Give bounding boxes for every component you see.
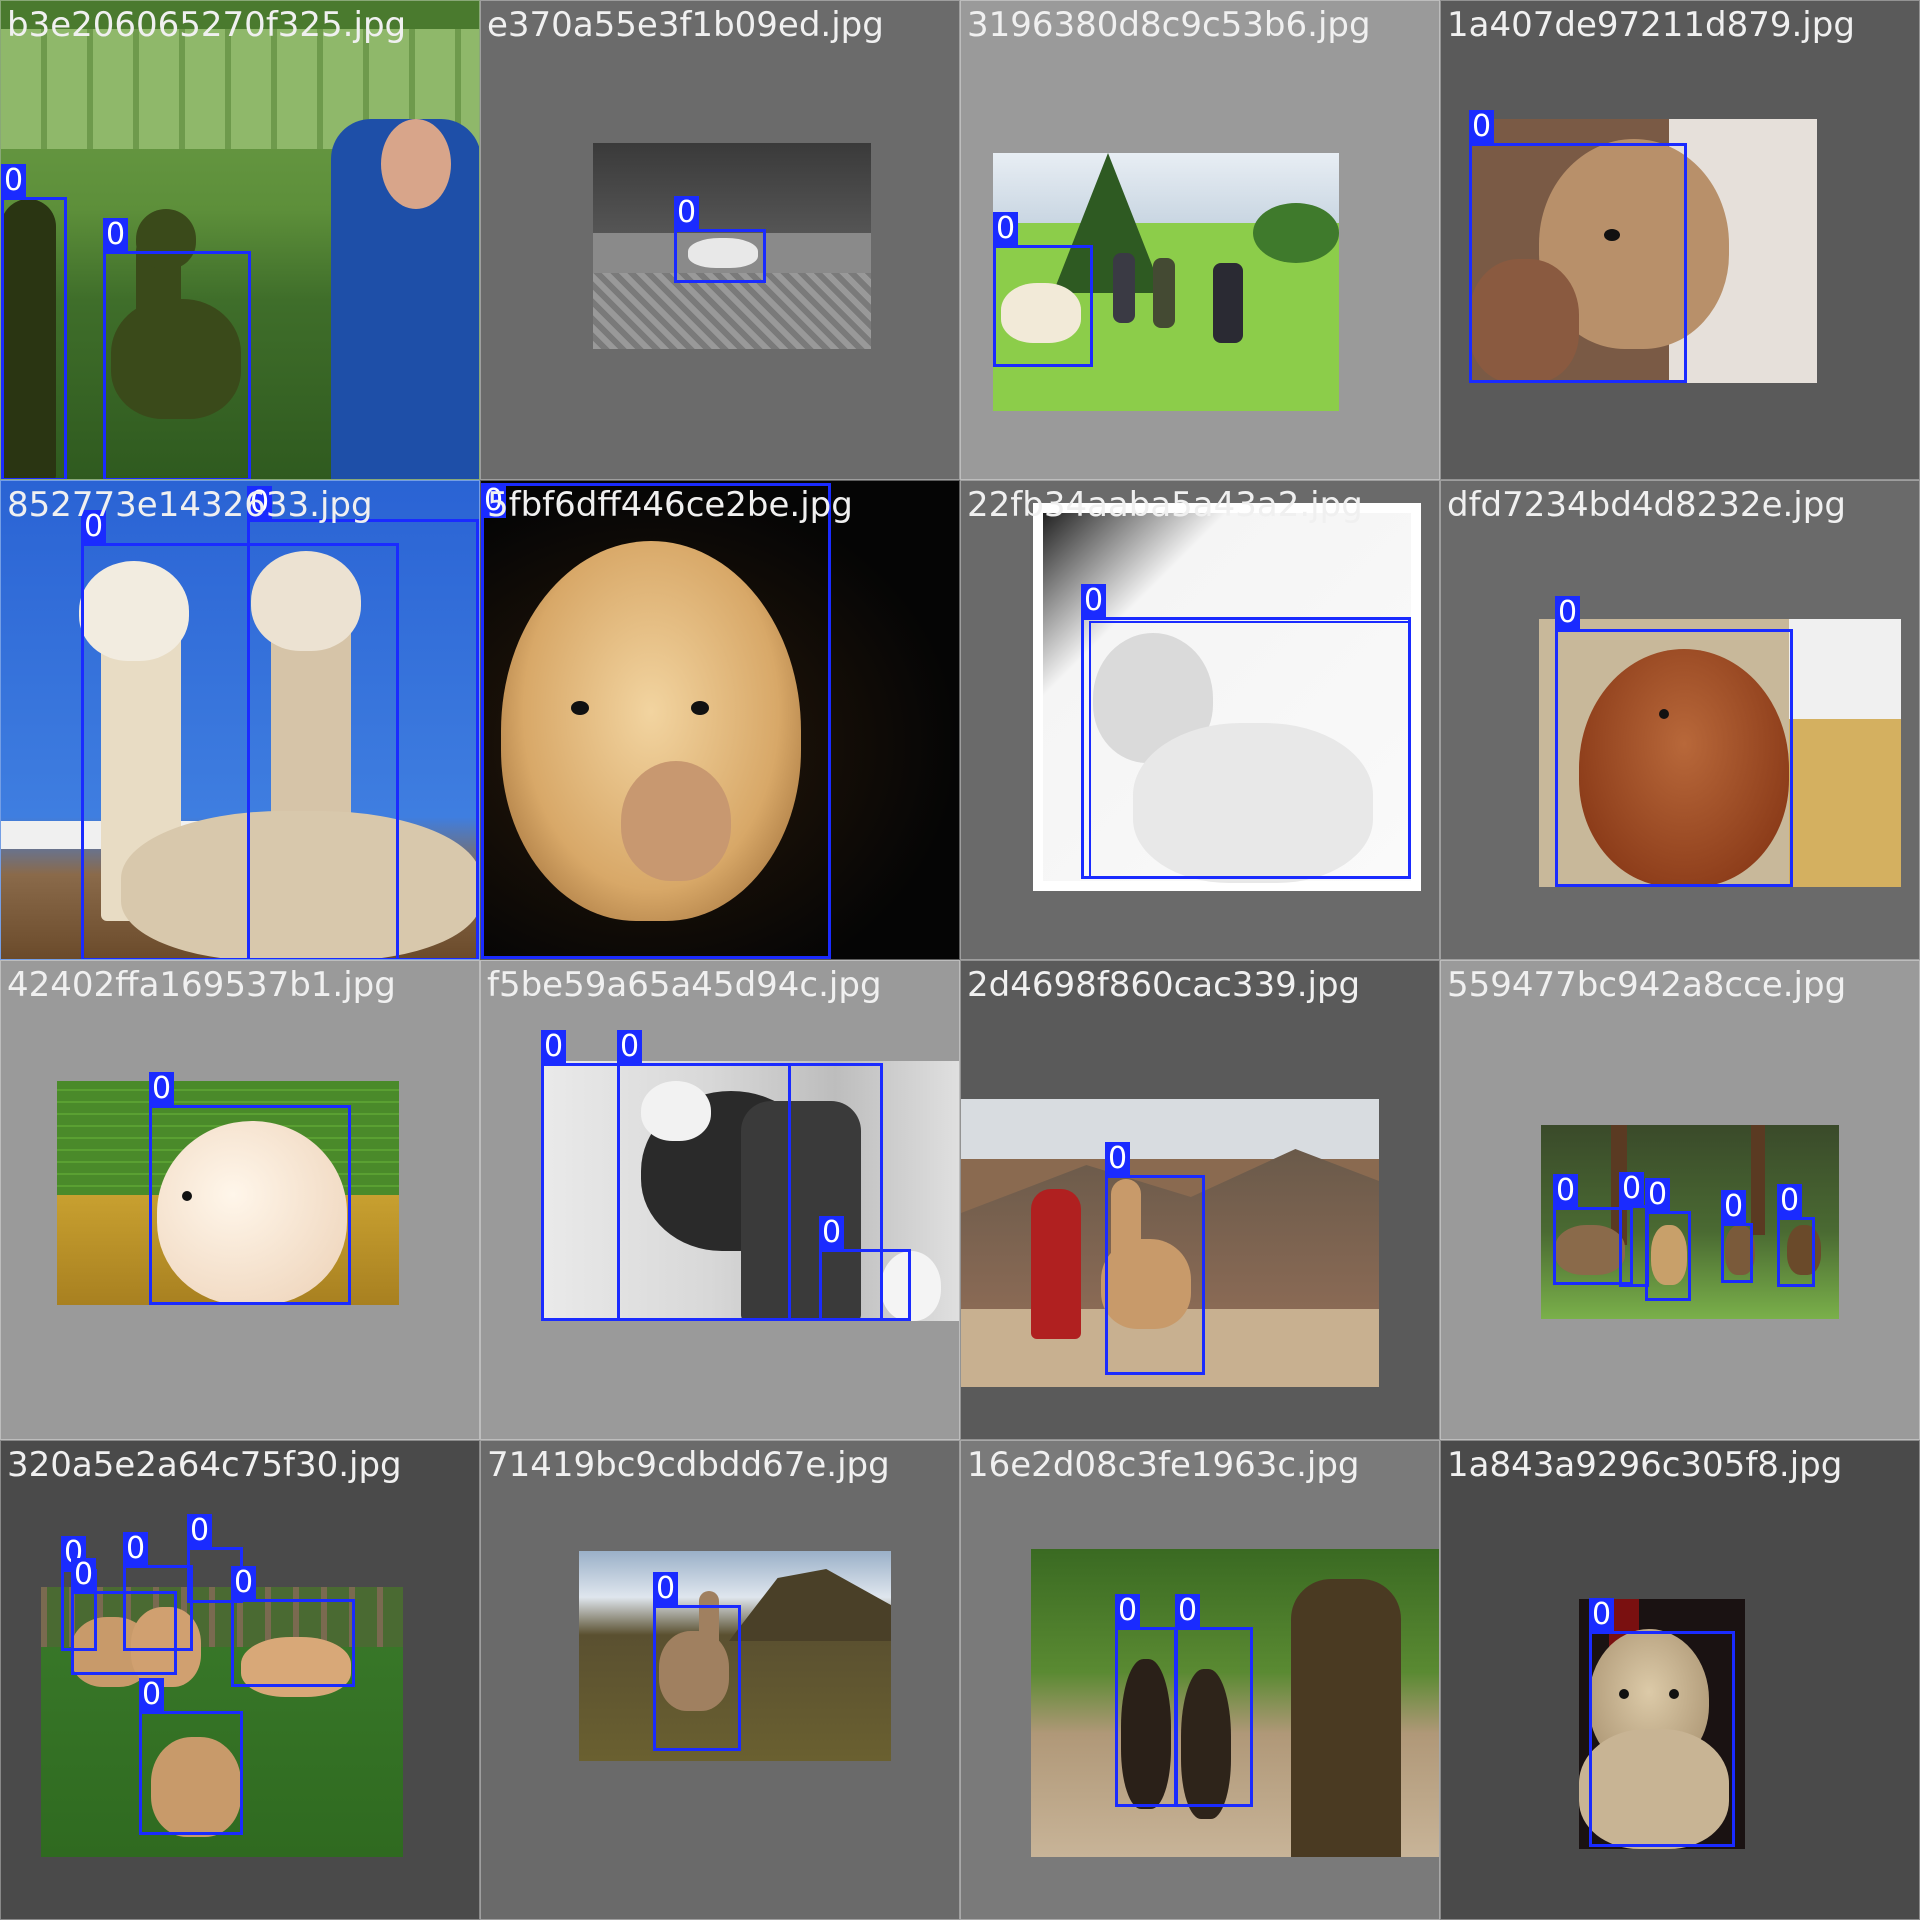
- class-label: 0: [993, 212, 1019, 246]
- grid-tile[interactable]: 0 5fbf6dff446ce2be.jpg: [480, 480, 960, 960]
- filename-label: 42402ffa169537b1.jpg: [7, 965, 396, 1005]
- grid-tile[interactable]: 0 71419bc9cdbdd67e.jpg: [480, 1440, 960, 1920]
- grid-tile[interactable]: 0 1a843a9296c305f8.jpg: [1440, 1440, 1920, 1920]
- class-label: 0: [1469, 110, 1495, 144]
- grid-tile[interactable]: 0 22fb34aaba5a43a2.jpg: [960, 480, 1440, 960]
- class-label: 0: [1115, 1594, 1141, 1628]
- grid-tile[interactable]: 0 0 b3e206065270f325.jpg: [0, 0, 480, 480]
- detection-box: 0: [1, 164, 67, 479]
- detection-box: 0: [1645, 1178, 1691, 1301]
- detection-box: 0: [231, 1566, 355, 1687]
- detection-box: 0: [149, 1072, 351, 1305]
- filename-label: 2d4698f860cac339.jpg: [967, 965, 1361, 1005]
- detection-box: 0: [1105, 1142, 1205, 1375]
- grid-tile[interactable]: 0 3196380d8c9c53b6.jpg: [960, 0, 1440, 480]
- grid-tile[interactable]: 0 0 0 0 0 0 320a5e2a64c75f30.jpg: [0, 1440, 480, 1920]
- detection-box: 0: [1555, 596, 1793, 887]
- detection-box: 0: [1115, 1594, 1177, 1807]
- detection-box: 0: [674, 196, 766, 283]
- filename-label: e370a55e3f1b09ed.jpg: [487, 5, 884, 45]
- class-label: 0: [149, 1072, 175, 1106]
- filename-label: 22fb34aaba5a43a2.jpg: [967, 485, 1363, 525]
- detection-box: 0: [103, 218, 251, 479]
- filename-label: 71419bc9cdbdd67e.jpg: [487, 1445, 890, 1485]
- grid-tile[interactable]: 0 42402ffa169537b1.jpg: [0, 960, 480, 1440]
- grid-tile[interactable]: 0 2d4698f860cac339.jpg: [960, 960, 1440, 1440]
- class-label: 0: [139, 1678, 165, 1712]
- detection-box: 0: [1175, 1594, 1253, 1807]
- class-label: 0: [1, 164, 27, 198]
- detection-box: 0: [481, 483, 831, 959]
- class-label: 0: [1081, 584, 1107, 618]
- filename-label: 16e2d08c3fe1963c.jpg: [967, 1445, 1360, 1485]
- detection-box: 0: [1721, 1190, 1753, 1283]
- grid-tile[interactable]: 0 1a407de97211d879.jpg: [1440, 0, 1920, 480]
- filename-label: 559477bc942a8cce.jpg: [1447, 965, 1847, 1005]
- grid-tile[interactable]: 0 dfd7234bd4d8232e.jpg: [1440, 480, 1920, 960]
- detection-box: 0: [1777, 1184, 1815, 1287]
- filename-label: 320a5e2a64c75f30.jpg: [7, 1445, 402, 1485]
- class-label: 0: [1589, 1598, 1615, 1632]
- filename-label: 3196380d8c9c53b6.jpg: [967, 5, 1371, 45]
- class-label: 0: [187, 1514, 213, 1548]
- detection-box: 0: [993, 212, 1093, 367]
- class-label: 0: [231, 1566, 257, 1600]
- image-grid: 0 0 b3e206065270f325.jpg 0 e370a55e3f1b0…: [0, 0, 1920, 1920]
- filename-label: 5fbf6dff446ce2be.jpg: [487, 485, 853, 525]
- detection-box: 0: [1469, 110, 1687, 383]
- class-label: 0: [819, 1216, 845, 1250]
- class-label: 0: [1555, 596, 1581, 630]
- class-label: 0: [617, 1030, 643, 1064]
- class-label: 0: [1721, 1190, 1747, 1224]
- detection-box: 0: [819, 1216, 911, 1321]
- class-label: 0: [1175, 1594, 1201, 1628]
- class-label: 0: [71, 1558, 97, 1592]
- class-label: 0: [1619, 1172, 1645, 1206]
- detection-box: [1089, 621, 1411, 879]
- filename-label: 1a843a9296c305f8.jpg: [1447, 1445, 1843, 1485]
- filename-label: 852773e1432‌633.jpg: [7, 485, 373, 525]
- class-label: 0: [123, 1532, 149, 1566]
- filename-label: f5be59a65a45d94c.jpg: [487, 965, 882, 1005]
- filename-label: 1a407de97211d879.jpg: [1447, 5, 1855, 45]
- detection-box: 0: [247, 486, 479, 959]
- detection-box: 0: [71, 1558, 177, 1675]
- class-label: 0: [674, 196, 700, 230]
- detection-box: 0: [139, 1678, 243, 1835]
- detection-box: 0: [653, 1572, 741, 1751]
- class-label: 0: [1553, 1174, 1579, 1208]
- grid-tile[interactable]: 0 0 0 f5be59a65a45d94c.jpg: [480, 960, 960, 1440]
- grid-tile[interactable]: 0 0 16e2d08c3fe1963c.jpg: [960, 1440, 1440, 1920]
- class-label: 0: [1777, 1184, 1803, 1218]
- class-label: 0: [653, 1572, 679, 1606]
- detection-box: 0: [1589, 1598, 1735, 1847]
- class-label: 0: [1645, 1178, 1671, 1212]
- grid-tile[interactable]: 0 e370a55e3f1b09ed.jpg: [480, 0, 960, 480]
- filename-label: b3e206065270f325.jpg: [7, 5, 407, 45]
- class-label: 0: [541, 1030, 567, 1064]
- filename-label: dfd7234bd4d8232e.jpg: [1447, 485, 1846, 525]
- class-label: 0: [1105, 1142, 1131, 1176]
- class-label: 0: [103, 218, 129, 252]
- grid-tile[interactable]: 0 0 0 0 0 559477bc942a8cce.jpg: [1440, 960, 1920, 1440]
- grid-tile[interactable]: 0 0 852773e1432‌633.jpg: [0, 480, 480, 960]
